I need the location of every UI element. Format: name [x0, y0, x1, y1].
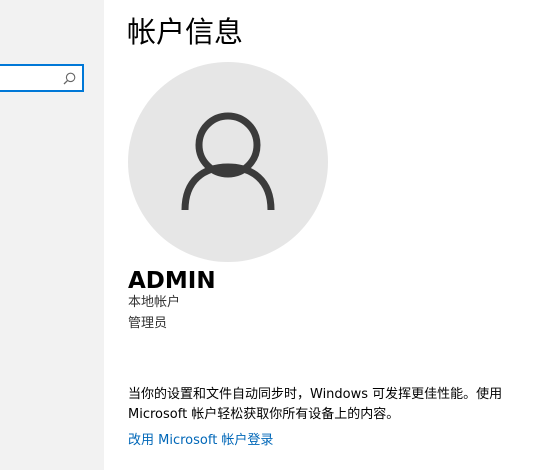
- sync-description: 当你的设置和文件自动同步时，Windows 可发挥更佳性能。使用 Microso…: [128, 387, 503, 422]
- page-title: 帐户信息: [127, 15, 244, 49]
- account-type-label: 本地帐户: [128, 295, 181, 310]
- search-input[interactable]: [0, 64, 84, 92]
- search-icon: [63, 72, 76, 85]
- main-panel: 帐户信息 ADMIN 本地帐户 管理员 当你的设置和文件自动同步时，Window…: [104, 0, 559, 470]
- person-icon: [181, 112, 275, 211]
- microsoft-account-signin-link[interactable]: 改用 Microsoft 帐户登录: [128, 431, 273, 451]
- account-role-label: 管理员: [128, 316, 168, 331]
- user-name: ADMIN: [128, 268, 216, 294]
- avatar: [128, 62, 328, 262]
- sidebar: [0, 0, 104, 470]
